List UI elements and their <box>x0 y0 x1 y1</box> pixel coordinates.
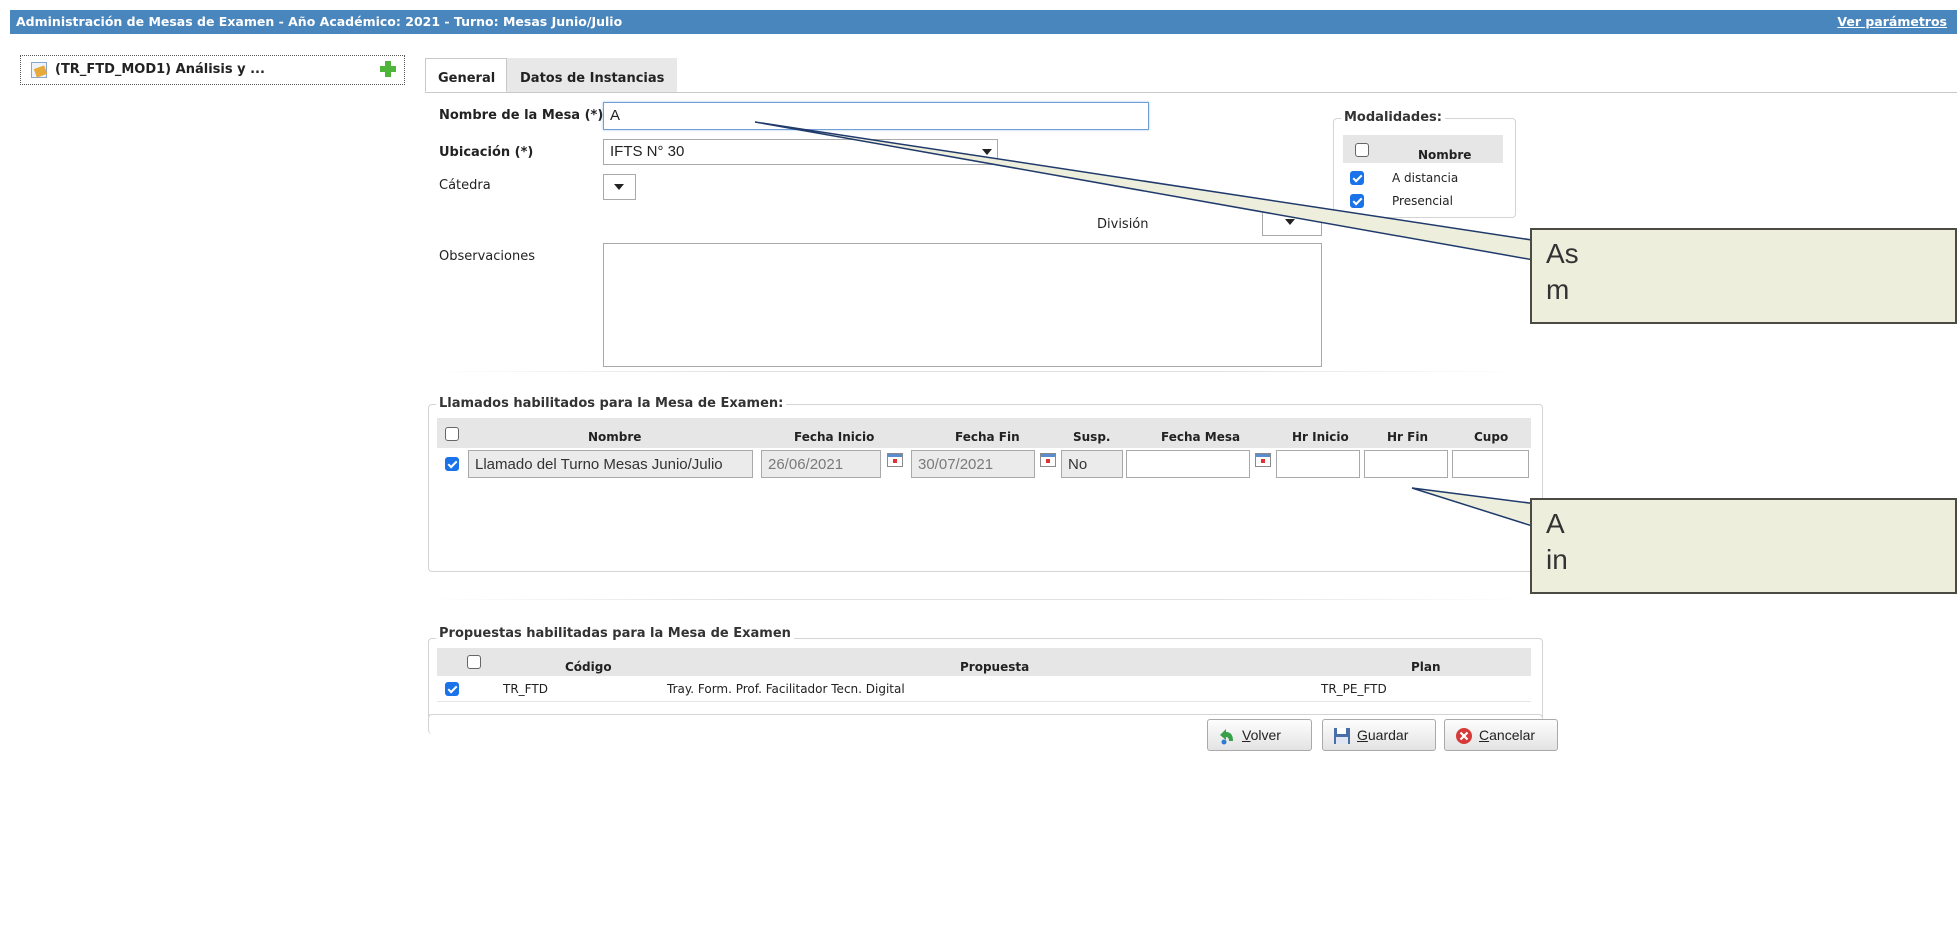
callout-pointer-1 <box>754 121 1546 263</box>
callout-pointers <box>754 121 1546 532</box>
guardar-button[interactable]: Guardar <box>1322 719 1436 751</box>
callout-pointer-2 <box>1411 487 1546 532</box>
save-disk-icon <box>1334 728 1350 744</box>
tooltip-callout: A in <box>1530 498 1957 594</box>
cancel-icon <box>1456 728 1472 744</box>
cancelar-accel: C <box>1479 727 1490 743</box>
callout-line-1: As <box>1546 238 1579 269</box>
volver-label: olver <box>1250 727 1281 743</box>
back-arrow-icon <box>1220 729 1233 745</box>
callout-line-2: m <box>1546 274 1570 305</box>
callout-line-1: A <box>1546 508 1565 539</box>
volver-accel: V <box>1242 727 1251 743</box>
callout-line-2: in <box>1546 544 1568 575</box>
volver-button[interactable]: Volver <box>1207 719 1312 751</box>
tooltip-callout: As m <box>1530 228 1957 324</box>
cancelar-label: ancelar <box>1489 727 1536 743</box>
guardar-accel: G <box>1357 727 1368 743</box>
guardar-label: uardar <box>1367 727 1409 743</box>
cancelar-button[interactable]: Cancelar <box>1444 719 1558 751</box>
